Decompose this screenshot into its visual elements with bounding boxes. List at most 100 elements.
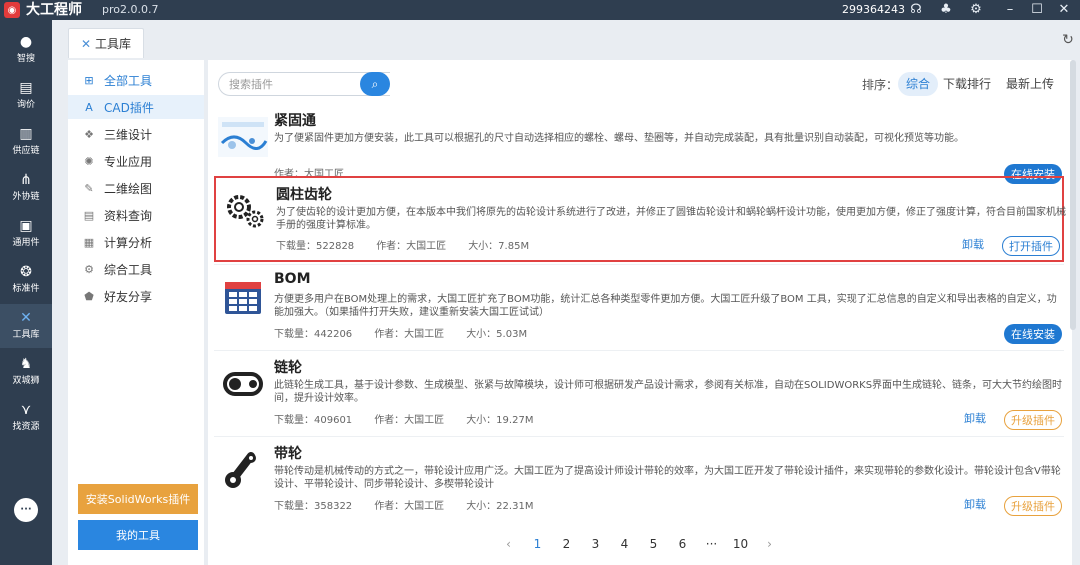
page-6[interactable]: 6: [668, 534, 697, 554]
pagination: ‹ 1 2 3 4 5 6 ··· 10 ›: [494, 534, 784, 554]
pencil-ruler-icon: ✎: [84, 181, 94, 195]
search-icon: ⌕: [371, 76, 379, 91]
install-online-button[interactable]: 在线安装: [1004, 324, 1062, 344]
plugin-item-bom[interactable]: BOM 方便更多用户在BOM处理上的需求，大国工匠扩充了BOM功能，统计汇总各种…: [214, 264, 1064, 348]
plugin-name: 链轮: [274, 360, 302, 376]
plugin-meta: 下载量：522828 作者：大国工匠 大小：7.85M: [276, 237, 529, 252]
category-label: 全部工具: [104, 73, 153, 88]
sort-latest[interactable]: 最新上传: [1002, 72, 1058, 96]
plugin-name: 带轮: [274, 446, 302, 462]
category-label: 二维绘图: [104, 181, 153, 196]
category-label: CAD插件: [104, 100, 154, 115]
maximize-icon[interactable]: ☐: [1027, 0, 1047, 20]
printer-icon: ▣: [19, 218, 33, 234]
minimize-icon[interactable]: –: [1000, 0, 1020, 20]
page-5[interactable]: 5: [639, 534, 668, 554]
search-button[interactable]: ⌕: [360, 72, 390, 96]
footprint-icon[interactable]: ♣: [936, 0, 956, 20]
uninstall-link[interactable]: 卸载: [964, 410, 986, 426]
sort-label: 排序：: [862, 78, 899, 92]
category-panel: ⊞ 全部工具 A CAD插件 ❖ 三维设计 ✺ 专业应用 ✎ 二维绘图 ▤ 资料…: [68, 60, 204, 565]
page-ellipsis[interactable]: ···: [697, 534, 726, 554]
gears-icon: [220, 186, 270, 236]
category-friend-share[interactable]: ⬟ 好友分享: [68, 284, 204, 308]
quote-icon: ▤: [19, 80, 33, 96]
page-10[interactable]: 10: [726, 534, 755, 554]
refresh-icon[interactable]: ↻: [1060, 32, 1076, 48]
page-4[interactable]: 4: [610, 534, 639, 554]
table-icon: [218, 273, 268, 323]
uninstall-link[interactable]: 卸载: [962, 236, 984, 252]
plugin-size: 大小：22.31M: [466, 501, 534, 512]
cog-icon: ⚙: [84, 262, 94, 276]
nav-item-shuangchengji[interactable]: ♞ 双城狮: [0, 350, 52, 394]
sort-downloads[interactable]: 下载排行: [942, 72, 992, 96]
scrollbar[interactable]: [1070, 60, 1076, 330]
category-3d-design[interactable]: ❖ 三维设计: [68, 122, 204, 146]
nav-item-waixielian[interactable]: ⋔ 外协链: [0, 166, 52, 210]
category-professional-app[interactable]: ✺ 专业应用: [68, 149, 204, 173]
fastener-thumbnail-icon: [218, 112, 268, 162]
plugin-size: 大小：5.03M: [466, 329, 528, 340]
plugin-name: 紧固通: [274, 113, 316, 129]
nav-item-label: 双城狮: [12, 376, 40, 386]
nav-item-zhaoziyuan[interactable]: ⋎ 找资源: [0, 396, 52, 440]
nav-item-xunjia[interactable]: ▤ 询价: [0, 74, 52, 118]
user-id[interactable]: 299364243: [842, 0, 905, 20]
plugin-downloads: 下载量：522828: [276, 241, 355, 252]
nav-item-gongjuku[interactable]: ✕ 工具库: [0, 304, 52, 348]
plugin-name: BOM: [274, 271, 311, 287]
share-icon: ⬟: [84, 289, 94, 303]
uninstall-link[interactable]: 卸载: [964, 496, 986, 512]
plugin-item-sprocket[interactable]: 链轮 此链轮生成工具，基于设计参数、生成模型、张紧与故障模块，设计师可根据研发产…: [214, 350, 1064, 434]
plugin-item-cylindrical-gear[interactable]: 圆柱齿轮 为了使齿轮的设计更加方便，在本版本中我们将原先的齿轮设计系统进行了改进…: [214, 176, 1066, 262]
nav-item-tongyongjian[interactable]: ▣ 通用件: [0, 212, 52, 256]
page-1[interactable]: 1: [523, 534, 552, 554]
gear-icon[interactable]: ⚙: [966, 0, 986, 20]
category-all-tools[interactable]: ⊞ 全部工具: [68, 68, 204, 92]
category-calc-analysis[interactable]: ▦ 计算分析: [68, 230, 204, 254]
buildings-icon: ▥: [19, 126, 33, 142]
tab-tool-library[interactable]: ✕ 工具库: [68, 28, 144, 58]
plugin-size: 大小：19.27M: [466, 415, 534, 426]
install-solidworks-plugin-button[interactable]: 安装SolidWorks插件: [78, 484, 198, 514]
open-plugin-button[interactable]: 打开插件: [1002, 236, 1060, 256]
gear-icon: ✺: [84, 154, 94, 168]
nav-item-zhisou[interactable]: ● 智搜: [0, 28, 52, 72]
my-tools-button[interactable]: 我的工具: [78, 520, 198, 550]
chain-sprocket-icon: [218, 359, 268, 409]
app-version: pro2.0.0.7: [102, 3, 159, 16]
nav-item-label: 智搜: [16, 54, 35, 64]
grid-icon: ⊞: [84, 73, 94, 87]
plugin-meta: 下载量：409601 作者：大国工匠 大小：19.27M: [274, 411, 533, 426]
plugin-downloads: 下载量：442206: [274, 329, 353, 340]
plugin-author: 作者：大国工匠: [374, 415, 445, 426]
left-nav: ● 智搜 ▤ 询价 ▥ 供应链 ⋔ 外协链 ▣ 通用件 ❂ 标准件 ✕ 工具库 …: [0, 20, 52, 565]
category-data-query[interactable]: ▤ 资料查询: [68, 203, 204, 227]
upgrade-plugin-button[interactable]: 升级插件: [1004, 410, 1062, 430]
category-cad-plugin[interactable]: A CAD插件: [68, 95, 204, 119]
prev-page-button[interactable]: ‹: [494, 534, 523, 554]
cube-icon: ❖: [84, 127, 94, 141]
nav-item-biaozhunjian[interactable]: ❂ 标准件: [0, 258, 52, 302]
nav-item-label: 标准件: [12, 284, 40, 294]
plugin-item-pulley[interactable]: 带轮 带轮传动是机械传动的方式之一，带轮设计应用广泛。大国工匠为了提高设计师设计…: [214, 436, 1064, 520]
sort-comprehensive[interactable]: 综合: [898, 72, 938, 96]
gears-icon: ❂: [20, 264, 32, 280]
page-3[interactable]: 3: [581, 534, 610, 554]
nav-item-gongyinglian[interactable]: ▥ 供应链: [0, 120, 52, 164]
headset-icon[interactable]: ☊: [906, 0, 926, 20]
category-label: 三维设计: [104, 127, 153, 142]
tools-icon: ✕: [80, 36, 92, 51]
category-general-tools[interactable]: ⚙ 综合工具: [68, 257, 204, 281]
close-icon[interactable]: ✕: [1054, 0, 1074, 20]
tab-bar: ✕ 工具库 ↻: [52, 20, 1080, 58]
next-page-button[interactable]: ›: [755, 534, 784, 554]
upgrade-plugin-button[interactable]: 升级插件: [1004, 496, 1062, 516]
plugin-list-panel: 搜索插件 ⌕ 排序： 综合 下载排行 最新上传 紧固通 为了便紧固件更加方便安装…: [208, 60, 1072, 565]
nav-item-label: 工具库: [12, 330, 40, 340]
category-2d-drawing[interactable]: ✎ 二维绘图: [68, 176, 204, 200]
chat-icon[interactable]: ···: [14, 498, 38, 522]
font-a-icon: A: [85, 100, 93, 114]
page-2[interactable]: 2: [552, 534, 581, 554]
